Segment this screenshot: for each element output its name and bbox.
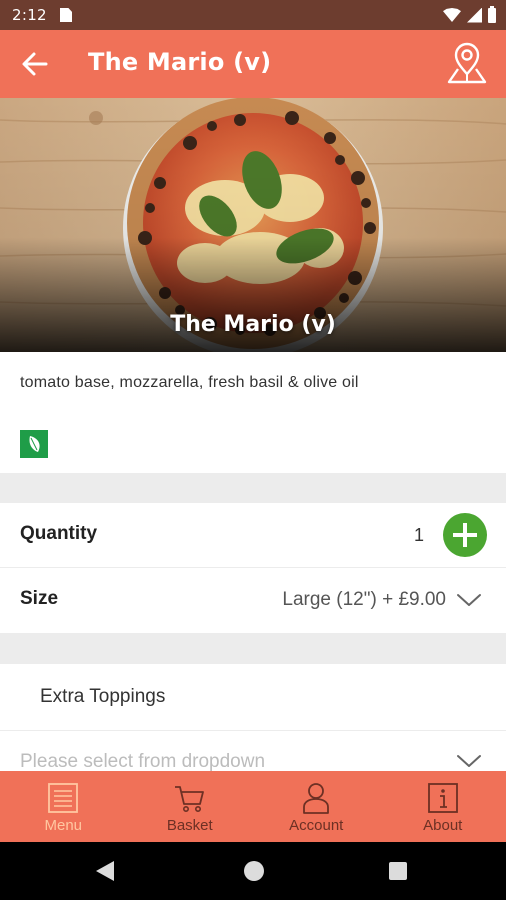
battery-icon — [488, 5, 496, 23]
product-description-card: tomato base, mozzarella, fresh basil & o… — [0, 352, 506, 473]
chevron-down-icon — [457, 755, 481, 767]
size-select[interactable]: Large (12") + £9.00 — [282, 580, 482, 620]
increase-quantity-button[interactable] — [443, 513, 487, 557]
quantity-label: Quantity — [20, 523, 98, 544]
product-description: tomato base, mozzarella, fresh basil & o… — [20, 374, 359, 391]
sd-card-icon — [60, 8, 72, 22]
app-bar: The Mario (v) — [0, 30, 506, 98]
person-icon — [303, 783, 330, 814]
nav-label-menu: Menu — [44, 817, 83, 834]
nav-item-account[interactable]: Account — [253, 771, 380, 842]
nav-label-basket: Basket — [166, 817, 213, 834]
toppings-placeholder: Please select from dropdown — [20, 751, 266, 771]
extra-toppings-dropdown[interactable]: Please select from dropdown — [0, 731, 506, 771]
extra-toppings-label: Extra Toppings — [40, 686, 166, 707]
bottom-navigation: Menu Basket Account About — [0, 771, 506, 842]
size-value: Large (12") + £9.00 — [282, 589, 446, 610]
extra-toppings-header: Extra Toppings — [0, 664, 506, 730]
system-back-icon[interactable] — [96, 861, 114, 881]
info-icon — [427, 783, 458, 813]
menu-book-icon — [48, 783, 79, 813]
hero-caption: The Mario (v) — [170, 312, 336, 337]
nav-label-account: Account — [289, 817, 344, 834]
size-label: Size — [20, 588, 59, 609]
status-bar: 2:12 — [0, 0, 506, 30]
back-arrow-icon[interactable] — [20, 50, 50, 78]
nav-label-about: About — [423, 817, 463, 834]
product-hero: The Mario (v) — [0, 98, 506, 352]
status-time: 2:12 — [12, 6, 47, 24]
system-recents-icon[interactable] — [389, 862, 407, 880]
status-icons — [443, 5, 496, 24]
page-title: The Mario (v) — [88, 48, 272, 76]
quantity-row: Quantity 1 — [0, 503, 506, 567]
quantity-value: 1 — [413, 525, 424, 545]
vegetarian-leaf-icon — [20, 430, 48, 458]
nav-item-basket[interactable]: Basket — [127, 771, 254, 842]
signal-icon — [467, 7, 482, 23]
chevron-down-icon — [457, 594, 481, 606]
cart-icon — [174, 786, 204, 812]
nav-item-menu[interactable]: Menu — [0, 771, 127, 842]
size-row: Size Large (12") + £9.00 — [0, 568, 506, 633]
location-pin-icon[interactable] — [446, 42, 488, 86]
system-navigation-bar — [0, 842, 506, 900]
nav-item-about[interactable]: About — [380, 771, 506, 842]
wifi-icon — [443, 8, 461, 22]
system-home-icon[interactable] — [244, 861, 264, 881]
